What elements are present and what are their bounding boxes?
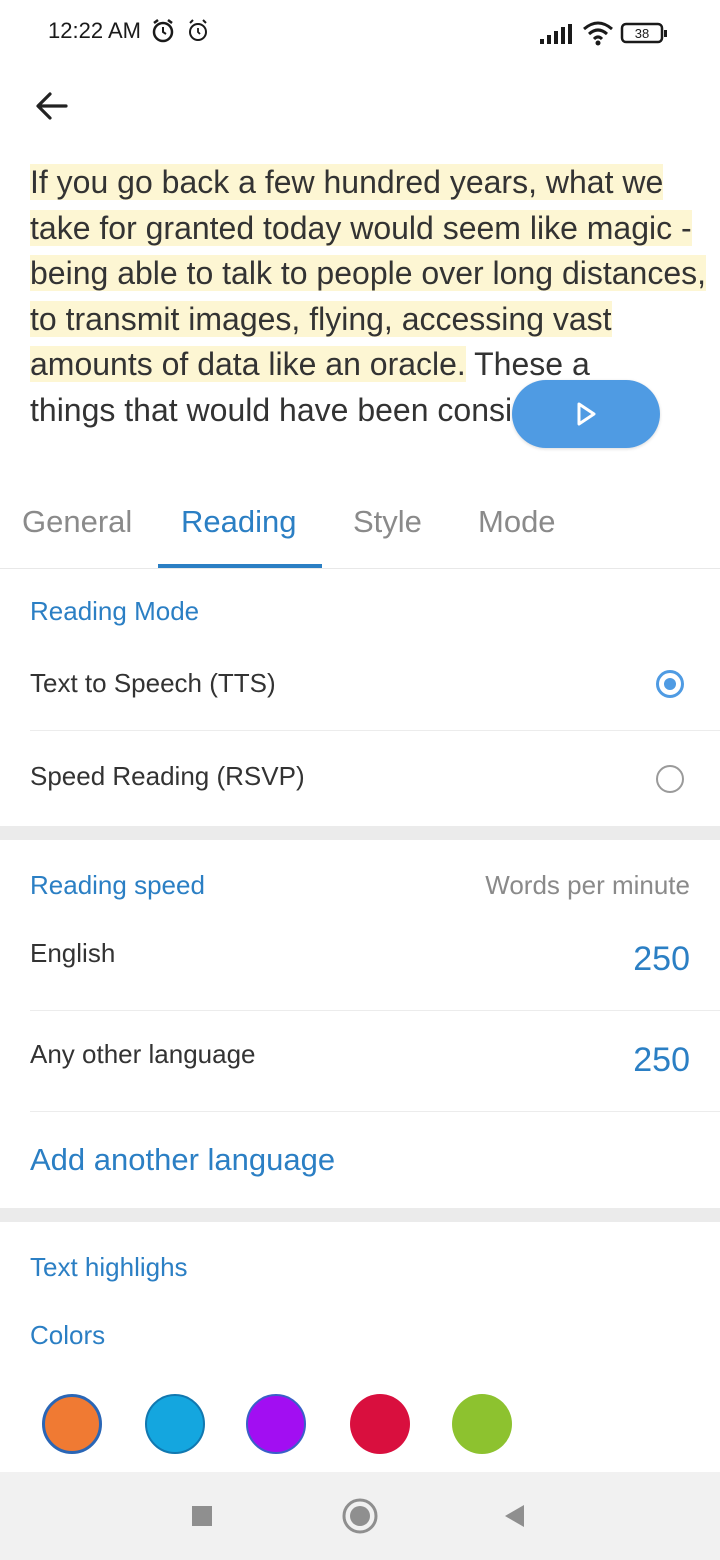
- system-nav-bar: [0, 1472, 720, 1560]
- play-icon: [577, 402, 596, 426]
- color-swatch-purple[interactable]: [246, 1394, 306, 1454]
- tab-style[interactable]: Style: [353, 504, 422, 540]
- tts-radio[interactable]: [656, 670, 684, 698]
- option-tts[interactable]: Text to Speech (TTS): [0, 640, 720, 730]
- speed-row-english[interactable]: English 250: [0, 920, 720, 1010]
- tab-mode[interactable]: Mode: [478, 504, 556, 540]
- section-gap: [0, 1208, 720, 1222]
- battery-level: 38: [635, 26, 649, 41]
- section-gap: [0, 826, 720, 840]
- signal-icon: [540, 24, 574, 49]
- back-button[interactable]: [22, 76, 82, 136]
- back-nav-button[interactable]: [490, 1492, 538, 1540]
- tab-general[interactable]: General: [22, 504, 132, 540]
- home-circle-icon: [342, 1498, 378, 1534]
- reading-mode-title: Reading Mode: [30, 596, 200, 626]
- speed-row-english-label: English: [30, 938, 116, 968]
- color-swatch-blue[interactable]: [145, 1394, 205, 1454]
- speed-row-english-value: 250: [633, 940, 690, 978]
- highlighted-text: If you go back a few hundred years, what…: [30, 164, 707, 382]
- divider: [30, 1111, 720, 1112]
- settings-tabs: General Reading Style Mode: [0, 486, 720, 569]
- unhighlighted-text: These a: [465, 346, 590, 382]
- words-per-minute-label: Words per minute: [485, 870, 690, 900]
- option-rsvp-label: Speed Reading (RSVP): [30, 761, 305, 791]
- reading-speed-title: Reading speed: [30, 870, 205, 900]
- arrow-left-icon: [36, 92, 68, 120]
- recents-button[interactable]: [178, 1492, 226, 1540]
- colors-label: Colors: [30, 1320, 106, 1350]
- speed-row-other[interactable]: Any other language 250: [0, 1011, 720, 1111]
- speed-row-other-value: 250: [633, 1041, 690, 1079]
- toolbar: [0, 66, 720, 146]
- status-time: 12:22 AM: [48, 18, 141, 43]
- battery-icon: 38: [620, 20, 668, 51]
- preview-tail-text: things that would have been considered: [30, 391, 594, 428]
- alarm-clock-icon: [186, 18, 210, 49]
- alarm-icon: [150, 18, 176, 49]
- recents-square-icon: [192, 1506, 212, 1526]
- play-button[interactable]: [512, 380, 660, 448]
- back-triangle-icon: [505, 1505, 524, 1527]
- text-highlights-title: Text highlighs: [30, 1252, 188, 1282]
- add-language-button[interactable]: Add another language: [30, 1142, 335, 1178]
- color-swatch-green[interactable]: [452, 1394, 512, 1454]
- color-swatch-orange[interactable]: [42, 1394, 102, 1454]
- color-swatch-red[interactable]: [350, 1394, 410, 1454]
- tab-reading[interactable]: Reading: [181, 504, 296, 540]
- status-bar: 12:22 AM 38: [0, 0, 720, 66]
- wifi-icon: [582, 20, 614, 51]
- option-rsvp[interactable]: Speed Reading (RSVP): [0, 731, 720, 823]
- home-button[interactable]: [336, 1492, 384, 1540]
- rsvp-radio[interactable]: [656, 765, 684, 793]
- option-tts-label: Text to Speech (TTS): [30, 668, 276, 698]
- active-tab-indicator: [158, 564, 322, 568]
- speed-row-other-label: Any other language: [30, 1039, 256, 1069]
